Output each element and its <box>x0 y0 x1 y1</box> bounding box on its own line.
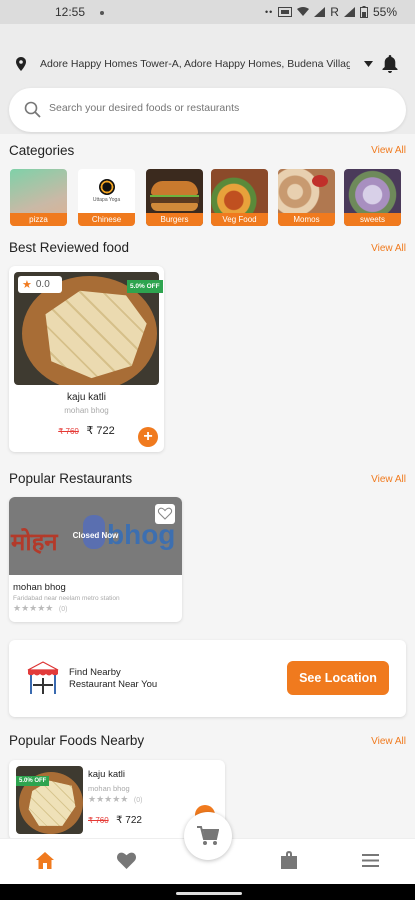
battery-percent: 55% <box>372 5 397 19</box>
categories-title: Categories <box>9 143 75 158</box>
chinese-logo-text: Uttapa Yoga <box>92 197 121 203</box>
rating-stars-icon: ★★★★★ <box>13 603 54 613</box>
star-icon: ★ <box>22 279 32 291</box>
restaurant-stall-icon <box>27 661 59 694</box>
dots-icon: •• <box>264 7 274 17</box>
heart-icon[interactable] <box>117 852 136 869</box>
popular-restaurants-title: Popular Restaurants <box>9 471 133 486</box>
food-card[interactable]: ★ 0.0 5.0% OFF kaju katli mohan bhog ₹ 7… <box>9 266 164 452</box>
search-input[interactable] <box>49 102 379 114</box>
review-count: (0) <box>133 797 143 804</box>
gesture-handle <box>176 892 242 895</box>
price: ₹ 722 <box>86 425 115 437</box>
best-reviewed-view-all[interactable]: View All <box>371 243 406 254</box>
notification-dot <box>100 11 104 15</box>
home-icon[interactable] <box>36 852 54 869</box>
restaurant-name: mohan bhog <box>13 582 66 593</box>
category-sweets[interactable]: sweets <box>344 169 401 226</box>
see-location-button[interactable]: See Location <box>287 661 389 695</box>
find-nearby-banner: Find Nearby Restaurant Near You See Loca… <box>9 640 406 717</box>
burger-image <box>151 181 198 195</box>
favorite-button[interactable] <box>155 504 175 524</box>
carrier-letter: R <box>330 5 339 19</box>
nearby-price-row: ₹ 760 ₹ 722 <box>88 810 142 828</box>
chevron-down-icon[interactable] <box>364 61 373 67</box>
category-label: Momos <box>278 213 335 226</box>
chinese-logo-image <box>99 179 115 195</box>
cart-fab[interactable] <box>184 812 232 860</box>
categories-view-all[interactable]: View All <box>371 145 406 156</box>
signal-icon-2 <box>343 7 355 17</box>
rating-stars-icon: ★★★★★ <box>88 794 129 804</box>
old-price: ₹ 760 <box>58 427 79 436</box>
rating-badge: ★ 0.0 <box>18 276 62 293</box>
wifi-icon <box>297 7 310 16</box>
best-reviewed-title: Best Reviewed food <box>9 240 130 255</box>
add-to-cart-button[interactable]: + <box>138 427 158 447</box>
location-bar[interactable]: Adore Happy Homes Tower-A, Adore Happy H… <box>0 40 415 88</box>
closed-status: Closed Now <box>72 531 119 540</box>
burger-bun <box>151 203 198 211</box>
category-burgers[interactable]: Burgers <box>146 169 203 226</box>
burger-patty <box>150 195 199 203</box>
discount-badge: 5.0% OFF <box>127 280 163 293</box>
restaurant-card[interactable]: मोहन bhog Closed Now mohan bhog Faridaba… <box>9 497 182 622</box>
food-restaurant: mohan bhog <box>64 406 109 415</box>
category-label: sweets <box>344 213 401 226</box>
shopping-bag-icon[interactable] <box>281 851 297 869</box>
nearby-discount-badge: 5.0% OFF <box>16 776 50 786</box>
category-pizza[interactable]: pizza <box>10 169 67 226</box>
category-label: Veg Food <box>211 213 268 226</box>
search-bar[interactable] <box>9 88 406 132</box>
nearby-food-restaurant: mohan bhog <box>88 784 130 793</box>
status-time: 12:55 <box>55 5 86 19</box>
banner-line-2: Restaurant Near You <box>69 679 158 690</box>
nearby-food-rating: ★★★★★ (0) <box>88 794 142 805</box>
popular-foods-title: Popular Foods Nearby <box>9 733 145 748</box>
category-label: pizza <box>10 213 67 226</box>
category-label: Chinese <box>78 213 135 226</box>
popular-foods-view-all[interactable]: View All <box>371 736 406 747</box>
category-veg-food[interactable]: Veg Food <box>211 169 268 226</box>
status-bar: 12:55 •• R 55% <box>0 0 415 24</box>
food-name: kaju katli <box>67 392 106 403</box>
volte-icon <box>278 7 293 17</box>
category-momos[interactable]: Momos <box>278 169 335 226</box>
cart-icon <box>197 826 219 845</box>
rating-value: 0.0 <box>35 279 50 290</box>
signal-icon <box>314 7 326 17</box>
battery-icon <box>359 6 368 18</box>
nearby-food-name: kaju katli <box>88 769 125 780</box>
restaurant-address: Faridabad near neelam metro station <box>13 595 120 602</box>
notification-bell-icon[interactable] <box>382 55 398 73</box>
momos-dip-image <box>312 175 328 187</box>
category-label: Burgers <box>146 213 203 226</box>
restaurant-logo-left: मोहन <box>11 528 58 556</box>
menu-icon[interactable] <box>362 854 379 867</box>
search-icon <box>24 101 41 118</box>
status-icons: •• R 55% <box>265 5 397 19</box>
heart-icon <box>157 507 173 520</box>
delivery-address[interactable]: Adore Happy Homes Tower-A, Adore Happy H… <box>40 58 350 70</box>
banner-line-1: Find Nearby <box>69 667 121 678</box>
popular-restaurants-view-all[interactable]: View All <box>371 474 406 485</box>
location-pin-icon <box>16 57 26 71</box>
gesture-bar <box>0 884 415 900</box>
restaurant-rating: ★★★★★ (0) <box>13 603 67 614</box>
review-count: (0) <box>58 606 68 613</box>
category-chinese[interactable]: Uttapa Yoga Chinese <box>78 169 135 226</box>
old-price: ₹ 760 <box>88 816 109 825</box>
price: ₹ 722 <box>116 815 142 826</box>
